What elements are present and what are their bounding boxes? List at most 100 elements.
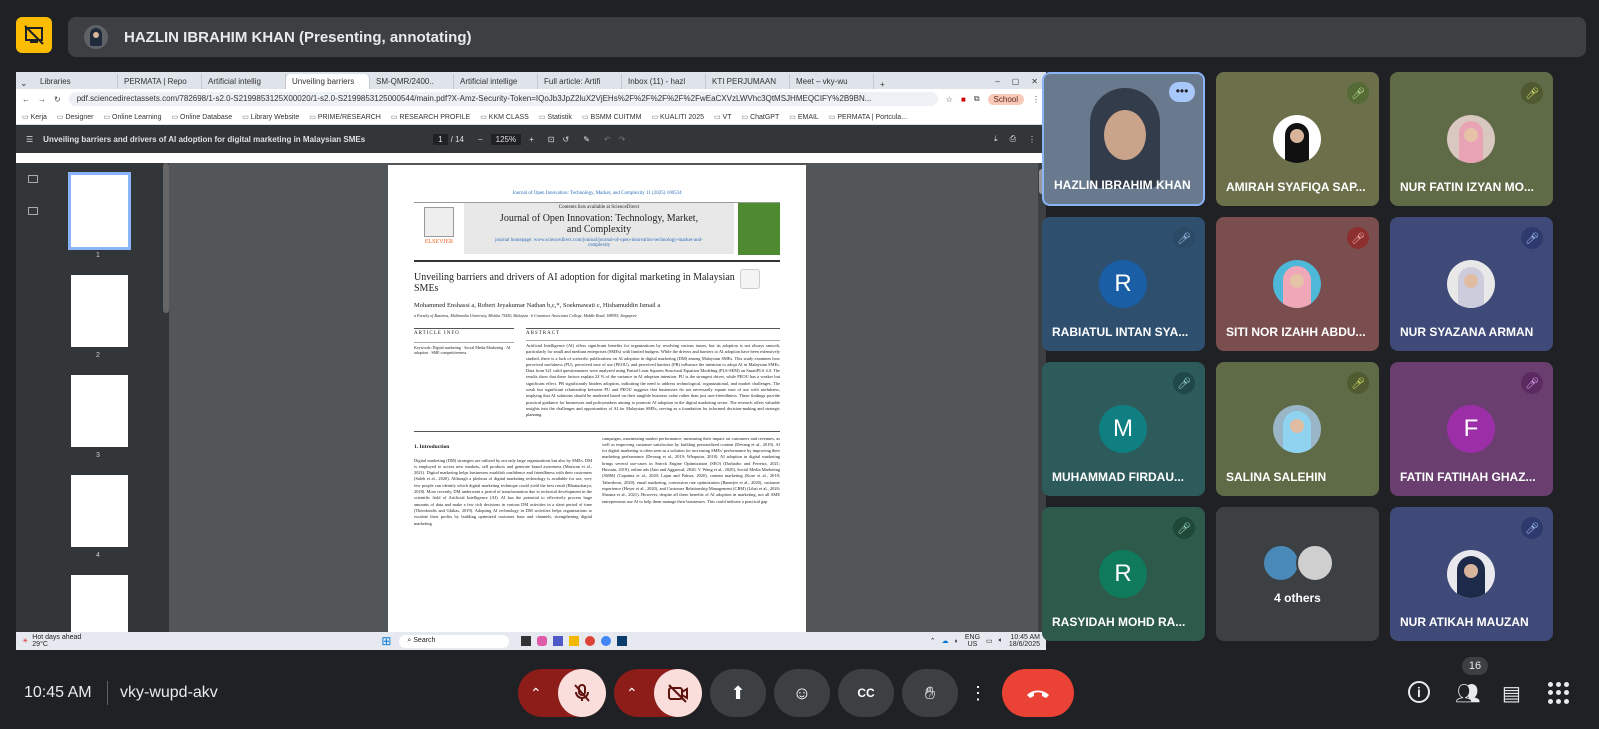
bookmark[interactable]: PERMATA | Portcula...: [829, 113, 907, 121]
participant-tile-others[interactable]: 4 others: [1216, 507, 1379, 641]
leave-call-button[interactable]: [1002, 669, 1074, 717]
bookmark[interactable]: EMAIL: [789, 113, 819, 121]
captions-button[interactable]: CC: [838, 669, 894, 717]
bookmark[interactable]: BSMM CUITMM: [582, 113, 642, 121]
file-explorer-icon[interactable]: [569, 636, 580, 646]
page-thumbnail[interactable]: [68, 172, 131, 250]
forward-icon[interactable]: →: [38, 95, 46, 104]
bookmark[interactable]: Library Website: [242, 113, 300, 121]
meeting-info-button[interactable]: i: [1408, 681, 1432, 705]
crossmark-icon[interactable]: [740, 269, 760, 289]
present-screen-button[interactable]: ⬆︎: [710, 669, 766, 717]
bookmark[interactable]: PRIME/RESEARCH: [309, 113, 381, 121]
new-tab-icon[interactable]: +: [874, 80, 891, 89]
thumb-scrollbar[interactable]: [163, 163, 169, 313]
reload-icon[interactable]: ↻: [54, 95, 61, 104]
download-icon[interactable]: ⤓: [994, 134, 998, 144]
bookmark[interactable]: Kerja: [22, 113, 47, 121]
app-icon[interactable]: [617, 636, 628, 646]
participant-tile[interactable]: 🎤︎ NUR FATIN IZYAN MO...: [1390, 72, 1553, 206]
participant-tile[interactable]: 🎤︎ F FATIN FATIHAH GHAZ...: [1390, 362, 1553, 496]
browser-tab[interactable]: Inbox (11) - hazl: [622, 74, 706, 89]
print-icon[interactable]: ⎙: [1010, 134, 1016, 144]
browser-tab[interactable]: Full article: Artifi: [538, 74, 622, 89]
zoom-in-icon[interactable]: +: [529, 135, 534, 144]
bookmark[interactable]: Statistik: [539, 113, 572, 121]
volume-icon[interactable]: 🔈︎: [999, 637, 1003, 645]
mic-options-chevron-icon[interactable]: ⌃: [530, 685, 542, 702]
bookmark[interactable]: RESEARCH PROFILE: [391, 113, 470, 121]
redo-icon[interactable]: ↷: [619, 135, 626, 144]
more-options-icon[interactable]: •••: [1169, 82, 1195, 102]
activities-button[interactable]: [1548, 682, 1570, 704]
bookmark[interactable]: Online Database: [171, 113, 232, 121]
tray-chevron-icon[interactable]: ⌃: [930, 637, 936, 645]
profile-button[interactable]: School: [987, 93, 1024, 105]
cloud-icon[interactable]: ☁: [942, 637, 949, 645]
close-icon[interactable]: ✕: [1031, 77, 1038, 86]
page-thumbnail[interactable]: [71, 475, 128, 547]
windows-start-icon[interactable]: ⊞: [381, 634, 391, 648]
page-number-input[interactable]: 1: [433, 133, 448, 145]
browser-tab[interactable]: Artificial intellig: [202, 74, 286, 89]
draw-icon[interactable]: ✎: [583, 135, 590, 144]
participant-tile[interactable]: 🎤︎ R RASYIDAH MOHD RA...: [1042, 507, 1205, 641]
minimize-icon[interactable]: –: [995, 77, 999, 86]
maximize-icon[interactable]: ▢: [1012, 77, 1020, 86]
participant-tile[interactable]: 🎤︎ SITI NOR IZAHH ABDU...: [1216, 217, 1379, 351]
participant-tile[interactable]: 🎤︎ NUR ATIKAH MAUZAN: [1390, 507, 1553, 641]
reactions-button[interactable]: ☺: [774, 669, 830, 717]
bookmark[interactable]: Designer: [57, 113, 93, 121]
page-thumbnail[interactable]: [71, 375, 128, 447]
browser-tab[interactable]: SM-QMR/2400..: [370, 74, 454, 89]
bookmark[interactable]: KUALITI 2025: [651, 113, 704, 121]
bookmark[interactable]: KKM CLASS: [480, 113, 529, 121]
tray-icon[interactable]: ◐: [955, 638, 959, 645]
chrome-icon[interactable]: [601, 636, 612, 646]
participant-tile[interactable]: 🎤︎ M MUHAMMAD FIRDAU...: [1042, 362, 1205, 496]
network-icon[interactable]: ▭: [986, 637, 993, 645]
mic-toggle-button[interactable]: [558, 669, 606, 717]
rotate-icon[interactable]: ↺: [562, 135, 569, 144]
bookmark[interactable]: Online Learning: [103, 113, 161, 121]
pdf-more-icon[interactable]: ⋮: [1028, 135, 1036, 144]
tab-search-icon[interactable]: ⌄: [20, 78, 34, 89]
chat-button[interactable]: ▤: [1502, 681, 1521, 706]
menu-kebab-icon[interactable]: ⋮: [1032, 95, 1040, 104]
camera-toggle-button[interactable]: [654, 669, 702, 717]
browser-tab[interactable]: KTI PERJUMAAN: [706, 74, 790, 89]
star-icon[interactable]: ☆: [946, 95, 953, 104]
extension-icon[interactable]: ■: [961, 95, 966, 104]
url-field[interactable]: pdf.sciencedirectassets.com/782698/1-s2.…: [68, 92, 938, 106]
pdf-menu-icon[interactable]: ☰: [26, 135, 33, 144]
camera-options-chevron-icon[interactable]: ⌃: [626, 685, 638, 702]
chrome-icon[interactable]: [585, 636, 596, 646]
fit-page-icon[interactable]: ⊡: [548, 135, 555, 144]
thumbnails-view-icon[interactable]: [28, 175, 38, 183]
browser-tab[interactable]: Artificial intellige: [454, 74, 538, 89]
zoom-input[interactable]: 125%: [490, 133, 522, 145]
browser-tab[interactable]: PERMATA | Repo: [118, 74, 202, 89]
people-button[interactable]: 👥︎: [1455, 681, 1481, 707]
participant-tile[interactable]: 🎤︎ AMIRAH SYAFIQA SAP...: [1216, 72, 1379, 206]
outline-view-icon[interactable]: [28, 207, 38, 215]
copilot-icon[interactable]: [537, 636, 548, 646]
bookmark[interactable]: ChatGPT: [742, 113, 779, 121]
raise-hand-button[interactable]: ✋︎: [902, 669, 958, 717]
zoom-out-icon[interactable]: −: [478, 135, 483, 144]
participant-tile[interactable]: 🎤︎ SALINA SALEHIN: [1216, 362, 1379, 496]
browser-tab[interactable]: Libraries: [34, 74, 118, 89]
teams-icon[interactable]: [553, 636, 564, 646]
page-thumbnail[interactable]: [71, 275, 128, 347]
extensions-puzzle-icon[interactable]: ⧉: [974, 94, 980, 104]
more-options-button[interactable]: ⋮: [966, 669, 990, 717]
taskbar-search[interactable]: ⌕ Search: [399, 634, 510, 648]
back-icon[interactable]: ←: [22, 95, 30, 104]
participant-tile-presenter[interactable]: ••• HAZLIN IBRAHIM KHAN: [1042, 72, 1205, 206]
browser-tab-active[interactable]: Unveiling barriers: [286, 74, 370, 89]
participant-tile[interactable]: 🎤︎ R RABIATUL INTAN SYA...: [1042, 217, 1205, 351]
participant-tile[interactable]: 🎤︎ NUR SYAZANA ARMAN: [1390, 217, 1553, 351]
stop-presenting-icon[interactable]: [16, 17, 52, 53]
browser-tab[interactable]: Meet – vky-wu: [790, 74, 874, 89]
taskview-icon[interactable]: [521, 636, 532, 646]
